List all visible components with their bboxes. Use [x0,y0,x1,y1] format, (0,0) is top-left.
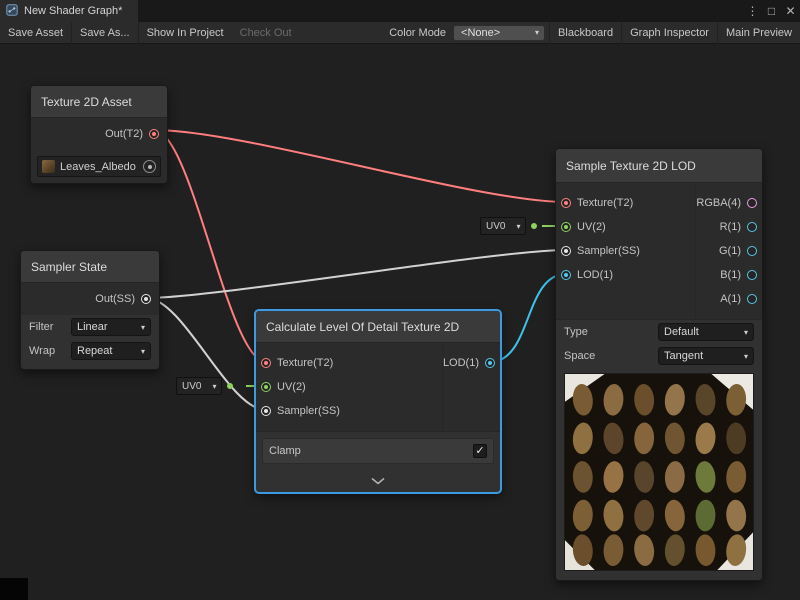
node-sample-texture-2d-lod[interactable]: Sample Texture 2D LOD Texture(T2) UV(2) … [555,148,763,581]
maximize-icon[interactable]: □ [762,0,781,22]
chevron-down-icon: ▾ [516,222,520,231]
node-title[interactable]: Texture 2D Asset [31,86,167,118]
output-port-r[interactable] [747,222,757,232]
port-label: B(1) [720,269,741,281]
port-label: Texture(T2) [577,197,633,209]
uv-channel-dropdown-calculate[interactable]: UV0 ▾ [176,377,233,395]
type-dropdown[interactable]: Default ▾ [658,323,754,341]
texture-name: Leaves_Albedo [60,161,138,173]
graph-inspector-toggle-button[interactable]: Graph Inspector [622,22,717,44]
input-port-texture2d[interactable] [261,358,271,368]
node-title[interactable]: Sample Texture 2D LOD [556,149,762,183]
edge-texture-to-sample-lod[interactable] [154,130,566,202]
space-value: Tangent [664,350,703,362]
close-icon[interactable]: ✕ [781,0,800,22]
window-title: New Shader Graph* [24,5,122,17]
node-calculate-lod-texture-2d[interactable]: Calculate Level Of Detail Texture 2D Tex… [255,310,501,493]
filter-dropdown[interactable]: Linear ▾ [71,318,151,336]
type-label: Type [564,326,588,338]
graph-toolbar: Save Asset Save As... Show In Project Ch… [0,22,800,44]
port-label: Sampler(SS) [577,245,640,257]
texture-object-field[interactable]: Leaves_Albedo [37,156,161,177]
node-preview-image [564,373,754,571]
shader-graph-icon [6,4,18,19]
color-mode-value: <None> [461,27,500,39]
chevron-down-icon: ▾ [744,328,748,337]
node-collapse-footer[interactable] [256,470,500,492]
edge-texture-to-calculate-lod[interactable] [154,130,266,362]
port-label-out-t2: Out(T2) [105,128,143,140]
window-tab[interactable]: New Shader Graph* [0,0,138,22]
blackboard-toggle-button[interactable]: Blackboard [550,22,621,44]
uv-channel-value: UV0 [182,381,201,392]
texture-thumbnail-icon [42,160,55,173]
clamp-label: Clamp [269,445,301,457]
node-title[interactable]: Calculate Level Of Detail Texture 2D [256,311,500,343]
space-dropdown[interactable]: Tangent ▾ [658,347,754,365]
clamp-row: Clamp ✓ [262,438,494,464]
port-label: G(1) [719,245,741,257]
graph-canvas[interactable]: Texture 2D Asset Out(T2) Leaves_Albedo S… [0,44,800,600]
input-port-texture2d[interactable] [561,198,571,208]
input-port-lod[interactable] [561,270,571,280]
port-label: UV(2) [277,381,306,393]
output-port-texture2d[interactable] [149,129,159,139]
port-label: Texture(T2) [277,357,333,369]
wrap-value: Repeat [77,345,112,357]
input-port-sampler[interactable] [261,406,271,416]
input-port-uv[interactable] [261,382,271,392]
kebab-menu-icon[interactable]: ⋮ [743,0,762,22]
object-picker-icon[interactable] [143,160,156,173]
save-as-button[interactable]: Save As... [72,22,138,44]
wrap-dropdown[interactable]: Repeat ▾ [71,342,151,360]
output-port-samplerstate[interactable] [141,294,151,304]
check-out-button: Check Out [232,22,300,44]
chevron-down-icon: ▾ [535,28,539,37]
space-label: Space [564,350,595,362]
output-port-g[interactable] [747,246,757,256]
edge-sampler-to-sample-lod[interactable] [146,250,566,298]
save-asset-button[interactable]: Save Asset [0,22,71,44]
input-port-uv[interactable] [561,222,571,232]
port-label: R(1) [720,221,741,233]
chevron-down-icon: ▾ [141,323,145,332]
collapse-chevron-icon [370,477,386,485]
port-label-out-ss: Out(SS) [95,293,135,305]
port-label: LOD(1) [577,269,613,281]
wrap-label: Wrap [29,345,55,357]
output-port-rgba[interactable] [747,198,757,208]
port-label: LOD(1) [443,357,479,369]
color-mode-dropdown[interactable]: <None> ▾ [453,25,545,41]
filter-label: Filter [29,321,53,333]
output-port-a[interactable] [747,294,757,304]
type-value: Default [664,326,699,338]
output-port-lod[interactable] [485,358,495,368]
chevron-down-icon: ▾ [744,352,748,361]
port-label: Sampler(SS) [277,405,340,417]
uv-port-dot [531,223,537,229]
clamp-checkbox[interactable]: ✓ [473,444,487,458]
titlebar: New Shader Graph* ⋮ □ ✕ [0,0,800,22]
color-mode-label: Color Mode [382,27,453,39]
uv-port-dot [227,383,233,389]
main-preview-toggle-button[interactable]: Main Preview [718,22,800,44]
node-texture-2d-asset[interactable]: Texture 2D Asset Out(T2) Leaves_Albedo [30,85,168,184]
port-label: RGBA(4) [696,197,741,209]
node-title[interactable]: Sampler State [21,251,159,283]
window-controls: ⋮ □ ✕ [743,0,800,22]
chevron-down-icon: ▾ [212,382,216,391]
node-sampler-state[interactable]: Sampler State Out(SS) Filter Linear ▾ Wr… [20,250,160,370]
port-label: UV(2) [577,221,606,233]
uv-channel-value: UV0 [486,221,505,232]
chevron-down-icon: ▾ [141,347,145,356]
input-port-sampler[interactable] [561,246,571,256]
uv-channel-dropdown-sample[interactable]: UV0 ▾ [480,217,537,235]
port-label: A(1) [720,293,741,305]
filter-value: Linear [77,321,108,333]
output-port-b[interactable] [747,270,757,280]
show-in-project-button[interactable]: Show In Project [139,22,232,44]
bottom-left-panel-edge [0,578,28,600]
